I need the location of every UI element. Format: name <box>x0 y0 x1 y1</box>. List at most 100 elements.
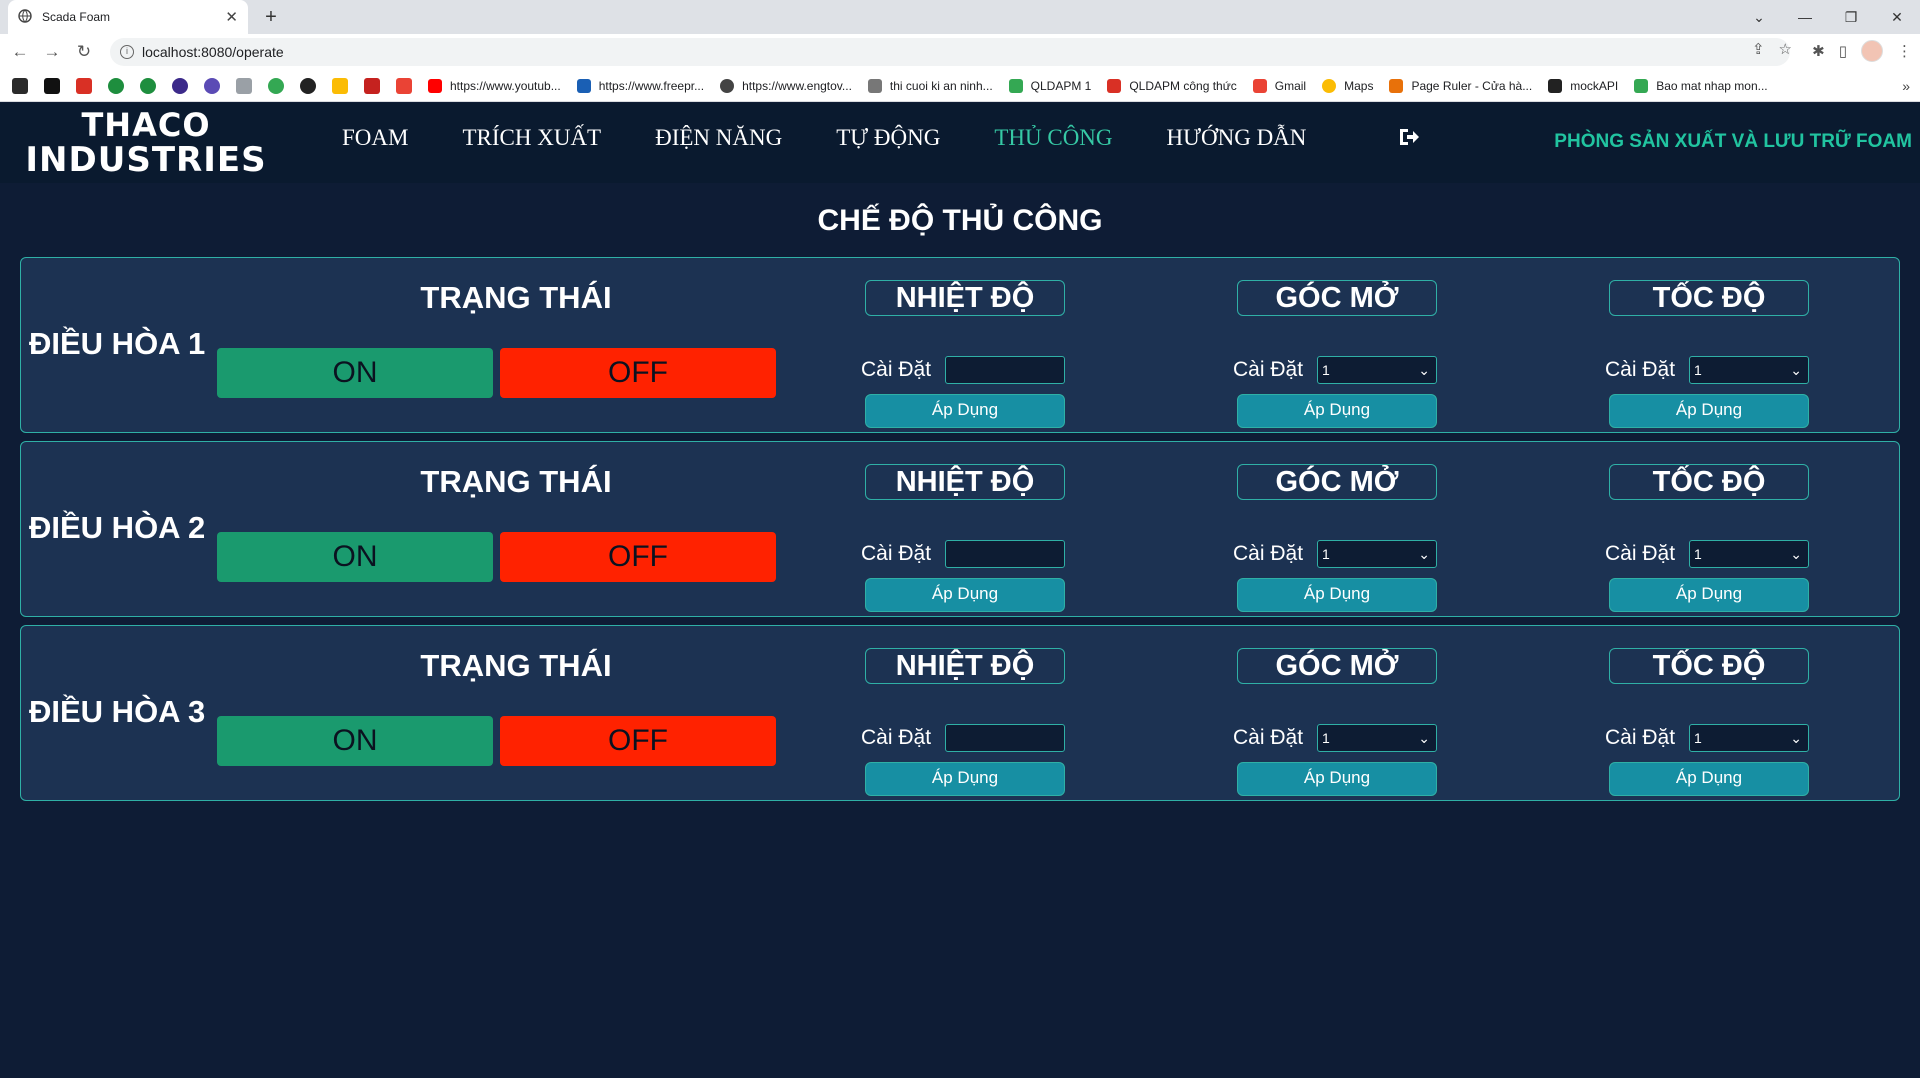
temperature-control: NHIỆT ĐỘ Cài Đặt Áp Dụng <box>861 648 1065 796</box>
side-panel-icon[interactable]: ▯ <box>1839 42 1847 60</box>
bookmark-icon[interactable] <box>268 77 284 94</box>
off-button[interactable]: OFF <box>500 716 776 766</box>
nav-huong-dan[interactable]: HƯỚNG DẪN <box>1167 125 1307 151</box>
logo-line1: THACO <box>81 106 211 144</box>
speed-select[interactable]: 1 ⌄ <box>1689 540 1809 568</box>
angle-select[interactable]: 1 ⌄ <box>1317 356 1437 384</box>
setting-row: Cài Đặt 1 ⌄ <box>1233 540 1437 568</box>
restore-button[interactable]: ❐ <box>1828 9 1874 26</box>
star-icon[interactable]: ☆ <box>1779 40 1792 58</box>
unit-panel-3: ĐIỀU HÒA 3 TRẠNG THÁI ON OFF NHIỆT ĐỘ Cà… <box>20 625 1900 801</box>
bookmark-mockapi[interactable]: mockAPI <box>1548 78 1618 93</box>
apply-speed-button[interactable]: Áp Dụng <box>1609 578 1809 612</box>
bookmark-page-ruler[interactable]: Page Ruler - Cửa hà... <box>1389 78 1532 93</box>
reload-icon[interactable]: ↻ <box>72 40 96 64</box>
apply-speed-button[interactable]: Áp Dụng <box>1609 762 1809 796</box>
on-button[interactable]: ON <box>217 532 493 582</box>
bookmark-youtube[interactable]: https://www.youtub... <box>428 78 561 93</box>
setting-label: Cài Đặt <box>861 726 932 749</box>
bookmark-icon[interactable] <box>204 77 220 94</box>
bookmark-icon[interactable] <box>332 77 348 94</box>
globe-icon <box>720 78 735 93</box>
off-button[interactable]: OFF <box>500 532 776 582</box>
unit-panel-1: ĐIỀU HÒA 1 TRẠNG THÁI ON OFF NHIỆT ĐỘ Cà… <box>20 257 1900 433</box>
minimize-button[interactable]: — <box>1782 9 1828 25</box>
bookmark-icon[interactable] <box>172 77 188 94</box>
apply-temperature-button[interactable]: Áp Dụng <box>865 762 1065 796</box>
temperature-input[interactable] <box>945 540 1065 568</box>
nav-tu-dong[interactable]: TỰ ĐỘNG <box>836 125 940 151</box>
apply-speed-button[interactable]: Áp Dụng <box>1609 394 1809 428</box>
bookmark-icon[interactable] <box>364 77 380 94</box>
back-icon[interactable]: ← <box>8 40 32 64</box>
browser-tab[interactable]: Scada Foam ✕ <box>8 0 248 34</box>
apply-temperature-button[interactable]: Áp Dụng <box>865 578 1065 612</box>
setting-label: Cài Đặt <box>1233 358 1304 381</box>
nav-dien-nang[interactable]: ĐIỆN NĂNG <box>655 125 782 151</box>
chevron-down-icon: ⌄ <box>1790 361 1802 378</box>
sheets-icon <box>1008 78 1023 93</box>
share-icon[interactable]: ⇪ <box>1752 40 1765 58</box>
temperature-title: NHIỆT ĐỘ <box>865 280 1065 316</box>
bookmark-thi-cuoi-ki[interactable]: thi cuoi ki an ninh... <box>867 78 993 93</box>
nav-thu-cong[interactable]: THỦ CÔNG <box>994 125 1112 151</box>
temperature-control: NHIỆT ĐỘ Cài Đặt Áp Dụng <box>861 464 1065 612</box>
bookmark-qldapm-cong-thuc[interactable]: QLDAPM công thức <box>1107 78 1237 93</box>
bookmark-freepik[interactable]: https://www.freepr... <box>576 78 704 93</box>
angle-title: GÓC MỞ <box>1237 648 1437 684</box>
nav-trich-xuat[interactable]: TRÍCH XUẤT <box>462 125 601 151</box>
apply-angle-button[interactable]: Áp Dụng <box>1237 394 1437 428</box>
site-info-icon[interactable]: i <box>120 45 134 59</box>
speed-select[interactable]: 1 ⌄ <box>1689 724 1809 752</box>
bookmark-icon[interactable] <box>140 77 156 94</box>
setting-row: Cài Đặt 1 ⌄ <box>1233 724 1437 752</box>
bookmark-bao-mat[interactable]: Bao mat nhap mon... <box>1634 78 1768 93</box>
bookmark-icon[interactable] <box>236 77 252 94</box>
speed-select-value: 1 <box>1694 362 1702 378</box>
menu-icon[interactable]: ⋮ <box>1897 42 1912 60</box>
speed-select[interactable]: 1 ⌄ <box>1689 356 1809 384</box>
off-button[interactable]: OFF <box>500 348 776 398</box>
close-tab-icon[interactable]: ✕ <box>225 8 238 26</box>
bookmark-engtov[interactable]: https://www.engtov... <box>720 78 852 93</box>
temperature-input[interactable] <box>945 724 1065 752</box>
avatar[interactable] <box>1861 40 1883 62</box>
chevron-down-icon: ⌄ <box>1418 729 1430 746</box>
omnibox-actions: ⇪ ☆ <box>1752 40 1792 58</box>
url-bar[interactable]: i localhost:8080/operate <box>110 38 1790 66</box>
temperature-input[interactable] <box>945 356 1065 384</box>
puzzle-icon[interactable]: ✱ <box>1812 42 1825 60</box>
bookmark-icon[interactable] <box>44 77 60 94</box>
on-button[interactable]: ON <box>217 348 493 398</box>
close-window-button[interactable]: ✕ <box>1874 9 1920 26</box>
more-bookmarks-icon[interactable]: » <box>1902 78 1910 94</box>
tab-search-icon[interactable]: ⌄ <box>1736 9 1782 26</box>
bookmark-icon[interactable] <box>76 77 92 94</box>
apply-angle-button[interactable]: Áp Dụng <box>1237 578 1437 612</box>
on-button[interactable]: ON <box>217 716 493 766</box>
extensions-area: ✱ ▯ ⋮ <box>1812 40 1912 62</box>
setting-row: Cài Đặt 1 ⌄ <box>1605 356 1809 384</box>
temperature-title: NHIỆT ĐỘ <box>865 648 1065 684</box>
angle-select[interactable]: 1 ⌄ <box>1317 540 1437 568</box>
logo-line2: INDUSTRIES <box>25 140 267 180</box>
bookmark-icon[interactable] <box>396 77 412 94</box>
bookmark-icon[interactable] <box>12 77 28 94</box>
logout-icon[interactable] <box>1396 125 1420 154</box>
bookmark-gmail[interactable]: Gmail <box>1252 78 1306 93</box>
nav-foam[interactable]: FOAM <box>342 125 408 151</box>
angle-select[interactable]: 1 ⌄ <box>1317 724 1437 752</box>
bookmark-qldapm-1[interactable]: QLDAPM 1 <box>1008 78 1091 93</box>
github-icon[interactable] <box>300 77 316 94</box>
new-tab-button[interactable]: + <box>258 4 284 30</box>
angle-title: GÓC MỞ <box>1237 280 1437 316</box>
apply-temperature-button[interactable]: Áp Dụng <box>865 394 1065 428</box>
bookmark-maps[interactable]: Maps <box>1322 78 1373 93</box>
company-logo[interactable]: THACO INDUSTRIES <box>6 109 286 179</box>
angle-select-value: 1 <box>1322 730 1330 746</box>
bookmark-icon[interactable] <box>108 77 124 94</box>
angle-title: GÓC MỞ <box>1237 464 1437 500</box>
forward-icon[interactable]: → <box>40 40 64 64</box>
mockapi-icon <box>1548 78 1563 93</box>
apply-angle-button[interactable]: Áp Dụng <box>1237 762 1437 796</box>
